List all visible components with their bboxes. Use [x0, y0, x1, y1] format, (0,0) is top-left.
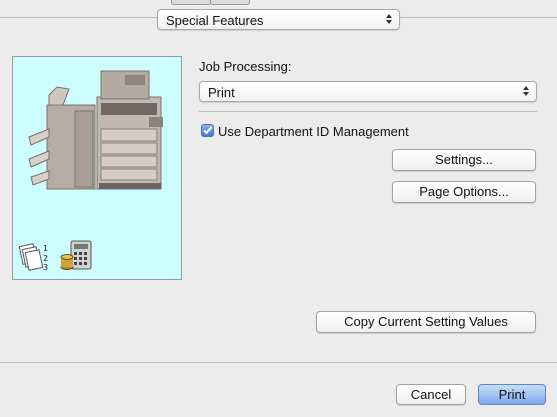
updown-arrows-icon: [523, 86, 529, 96]
page-options-button[interactable]: Page Options...: [392, 181, 536, 203]
collated-pages-icon: 1 2 3: [19, 243, 48, 271]
toolbar-remnant-right: [210, 0, 250, 5]
settings-button[interactable]: Settings...: [392, 149, 536, 171]
job-processing-select[interactable]: Print: [199, 81, 537, 102]
printer-illustration-icon: [28, 70, 163, 190]
panel-select-label: Special Features: [166, 13, 264, 28]
checkmark-icon: [203, 126, 213, 135]
toolbar-remnant-left: [171, 0, 211, 5]
updown-arrows-icon: [386, 14, 392, 24]
job-processing-value: Print: [208, 85, 235, 100]
svg-text:1: 1: [43, 244, 48, 253]
footer-separator: [0, 362, 557, 363]
department-id-label[interactable]: Use Department ID Management: [218, 124, 409, 139]
department-id-checkbox[interactable]: [201, 124, 214, 137]
calculator-department-icon: [60, 240, 92, 270]
section-divider: [199, 111, 537, 112]
panel-select-popup[interactable]: Special Features: [157, 9, 400, 30]
copy-current-settings-button[interactable]: Copy Current Setting Values: [316, 311, 536, 333]
printer-preview-pane: 1 2 3: [12, 56, 182, 280]
svg-text:3: 3: [43, 263, 48, 271]
print-button[interactable]: Print: [478, 384, 546, 405]
cancel-button[interactable]: Cancel: [396, 384, 466, 405]
svg-text:2: 2: [43, 254, 48, 263]
job-processing-label: Job Processing:: [199, 59, 292, 74]
